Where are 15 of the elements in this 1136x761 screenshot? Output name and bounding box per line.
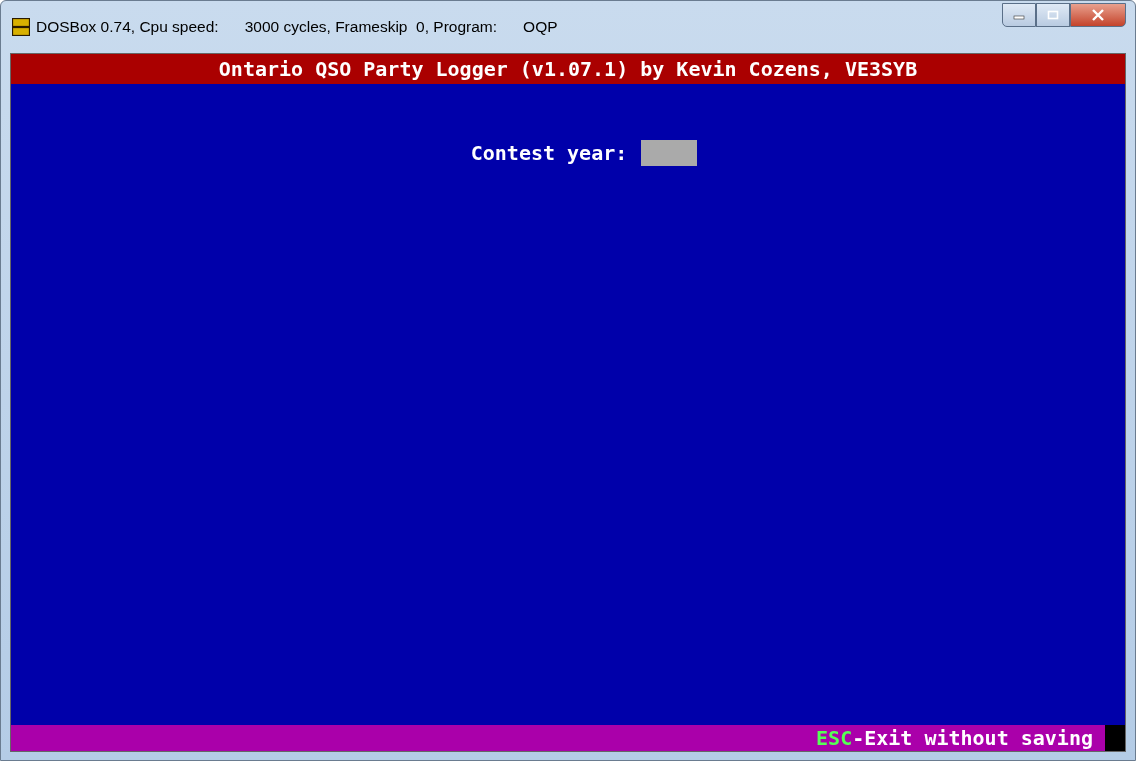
window-cycles-text: 3000 cycles, Frameskip 0, Program: — [244, 18, 498, 36]
close-icon — [1091, 9, 1105, 21]
maximize-button[interactable] — [1036, 3, 1070, 27]
esc-key-text: ESC — [816, 726, 853, 750]
window-program-text: OQP — [523, 18, 558, 36]
header-title: Ontario QSO Party Logger (v1.07.1) by Kevin Cozens, VE3SYB — [218, 57, 918, 81]
contest-year-field[interactable] — [641, 140, 698, 166]
minimize-button[interactable] — [1002, 3, 1036, 27]
close-button[interactable] — [1070, 3, 1126, 27]
cursor-block — [1105, 725, 1125, 751]
maximize-icon — [1047, 10, 1059, 20]
contest-year-label: Contest year: — [470, 141, 628, 165]
app-icon — [12, 18, 30, 36]
exit-hint-text: -Exit without saving — [852, 726, 1093, 750]
window-title: DOSBox 0.74, Cpu speed: — [36, 18, 219, 36]
